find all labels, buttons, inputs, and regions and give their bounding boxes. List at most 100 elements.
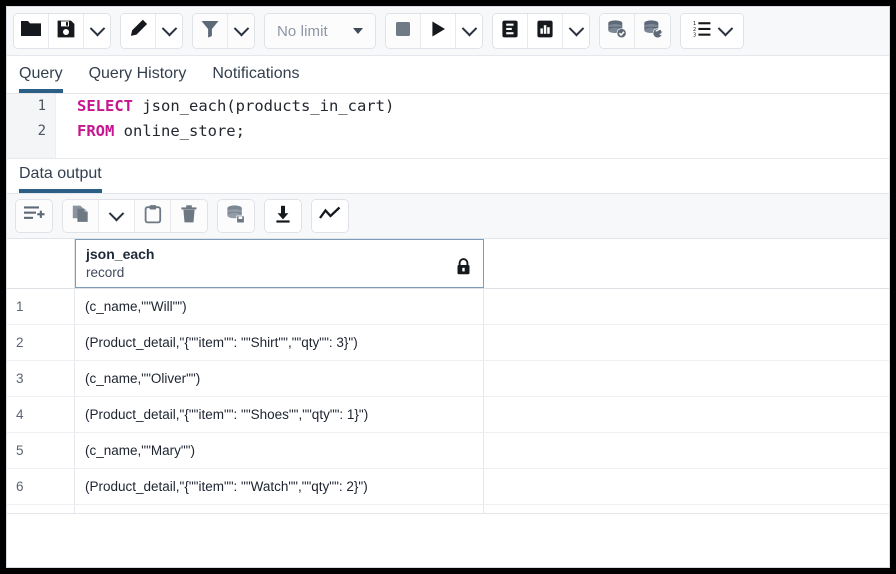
table-row[interactable]: 1 (c_name,""Will"") [7,289,889,325]
caret-down-icon [353,28,363,34]
explain-analyze-button[interactable] [528,14,563,48]
chevron-down-icon [89,20,105,36]
commit-button[interactable] [600,14,635,48]
grid-empty-area [7,513,889,514]
row-limit-group: No limit [264,13,376,49]
sql-text: online_store; [114,122,245,140]
row-number: 2 [7,325,75,360]
clipboard-group [62,199,208,233]
row-number: 4 [7,397,75,432]
tab-data-output-label: Data output [19,165,102,182]
grid-filler-rownum [7,505,75,513]
tab-notifications[interactable]: Notifications [212,66,299,93]
copy-button[interactable] [63,200,99,232]
svg-text:3: 3 [693,32,696,37]
save-dropdown-button[interactable] [84,14,110,48]
download-group [264,199,302,233]
code-line: SELECT json_each(products_in_cart) [77,94,889,119]
folder-icon [20,19,42,43]
editor-gutter: 1 2 [7,94,56,158]
query-tool-toolbar: No limit [7,7,889,56]
explain-button[interactable] [493,14,528,48]
results-grid: json_each record 1 (c_name,""Will"") 2 (… [7,239,889,514]
lock-icon [456,245,471,280]
column-type: record [86,264,154,282]
editor-code-area[interactable]: SELECT json_each(products_in_cart) FROM … [55,94,889,158]
row-limit-value: No limit [277,23,328,40]
database-save-icon [225,204,247,229]
save-floppy-icon [56,19,76,44]
filter-dropdown-button[interactable] [228,14,254,48]
table-row[interactable]: 6 (Product_detail,"{""item"": ""Watch"",… [7,469,889,505]
stop-square-icon [393,19,413,44]
save-data-group [217,199,255,233]
sql-keyword: FROM [77,122,114,140]
execute-query-button[interactable] [421,14,456,48]
macros-button[interactable]: 1 2 3 [681,14,743,48]
tab-query[interactable]: Query [19,66,63,93]
macros-button-group: 1 2 3 [680,13,744,49]
chevron-down-icon [233,20,249,36]
clipboard-icon [144,204,162,229]
cell-json-each[interactable]: (c_name,""Will"") [75,289,484,324]
play-triangle-icon [428,19,448,44]
rows-plus-icon [23,204,45,228]
pencil-icon [128,18,149,44]
rownum-header-cell [7,239,75,288]
column-name: json_each [86,245,154,264]
transaction-button-group [599,13,671,49]
database-check-icon [606,19,628,44]
delete-row-button[interactable] [171,200,207,232]
chevron-down-icon [568,20,584,36]
add-row-button[interactable] [16,200,52,232]
edit-dropdown-button[interactable] [156,14,182,48]
row-number: 3 [7,361,75,396]
copy-pages-icon [71,204,91,229]
rollback-button[interactable] [635,14,670,48]
cell-json-each[interactable]: (c_name,""Oliver"") [75,361,484,396]
download-arrow-icon [273,204,293,229]
copy-dropdown-button[interactable] [99,200,135,232]
sql-editor[interactable]: 1 2 SELECT json_each(products_in_cart) F… [7,94,889,159]
add-row-group [15,199,53,233]
tab-notifications-label: Notifications [212,65,299,82]
save-data-changes-button[interactable] [218,200,254,232]
row-number: 6 [7,469,75,504]
chevron-down-icon [109,205,125,221]
paste-button[interactable] [135,200,171,232]
edit-button-group [120,13,183,49]
query-tool-tabbar: Query Query History Notifications [7,56,889,94]
explain-e-icon [500,19,520,44]
sql-text: json_each(products_in_cart) [133,97,394,115]
table-row[interactable]: 5 (c_name,""Mary"") [7,433,889,469]
tab-query-history[interactable]: Query History [89,66,187,93]
cell-json-each[interactable]: (Product_detail,"{""item"": ""Watch"",""… [75,469,484,504]
line-number: 1 [7,94,55,119]
line-number: 2 [7,119,55,144]
execute-dropdown-button[interactable] [456,14,482,48]
file-button-group [13,13,111,49]
chevron-down-icon [461,20,477,36]
tab-data-output[interactable]: Data output [19,166,102,193]
cell-json-each[interactable]: (c_name,""Mary"") [75,433,484,468]
row-number: 5 [7,433,75,468]
filter-button[interactable] [193,14,228,48]
grid-filler-row [7,505,889,513]
column-header-json-each[interactable]: json_each record [75,239,484,288]
bar-chart-icon [535,19,555,44]
download-csv-button[interactable] [265,200,301,232]
cell-json-each[interactable]: (Product_detail,"{""item"": ""Shirt"",""… [75,325,484,360]
table-row[interactable]: 2 (Product_detail,"{""item"": ""Shirt"",… [7,325,889,361]
funnel-icon [200,19,220,43]
table-row[interactable]: 4 (Product_detail,"{""item"": ""Shoes"",… [7,397,889,433]
explain-dropdown-button[interactable] [563,14,589,48]
graph-visualiser-button[interactable] [312,200,348,232]
stop-query-button[interactable] [386,14,421,48]
row-limit-select[interactable]: No limit [265,14,375,48]
save-file-button[interactable] [49,14,84,48]
cell-json-each[interactable]: (Product_detail,"{""item"": ""Shoes"",""… [75,397,484,432]
table-row[interactable]: 3 (c_name,""Oliver"") [7,361,889,397]
edit-button[interactable] [121,14,156,48]
open-file-button[interactable] [14,14,49,48]
chevron-down-icon [718,20,734,36]
